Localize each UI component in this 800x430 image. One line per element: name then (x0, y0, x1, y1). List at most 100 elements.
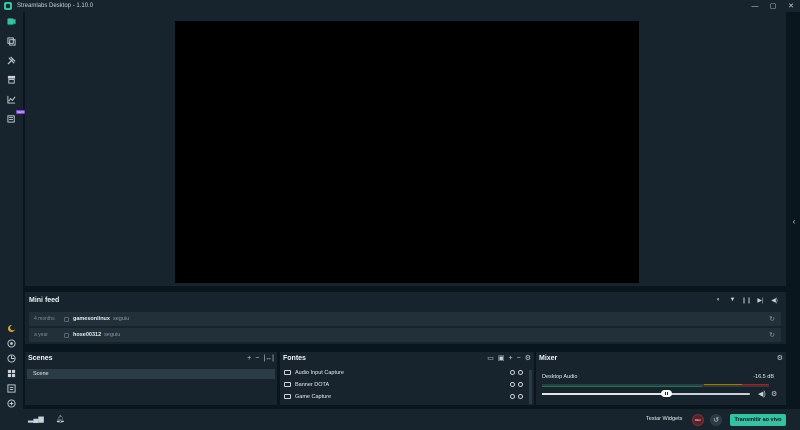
list-item[interactable]: Audio Input Capture (284, 368, 524, 377)
volume-slider[interactable] (542, 390, 750, 397)
record-button[interactable]: REC (692, 414, 704, 426)
window-title: Streamlabs Desktop - 1.10.0 (17, 3, 94, 9)
gear-icon[interactable]: ⚙ (771, 390, 777, 398)
new-badge: NEW (16, 110, 25, 114)
follow-icon (64, 332, 69, 338)
record-label: REC (694, 418, 702, 422)
audio-meter (542, 384, 769, 387)
volume-handle[interactable] (660, 390, 672, 397)
lock-icon[interactable] (510, 394, 515, 399)
feed-time: 4 months (34, 316, 55, 322)
mini-feed-title: Mini feed (29, 297, 60, 304)
filter-icon[interactable]: ▼ (729, 296, 736, 304)
maximize-button[interactable]: ▢ (764, 0, 782, 12)
audio-input-icon (284, 370, 291, 375)
follow-icon (64, 316, 69, 322)
source-label: Banner DOTA (295, 381, 330, 388)
footer-bar: ▂▄▆ 🔔︎ Testar Widgets REC ↺ Transmitir a… (0, 409, 800, 430)
eye-icon[interactable] (518, 382, 523, 387)
meter-green (542, 386, 702, 387)
window-controls: — ▢ ✕ (746, 0, 800, 12)
scrollbar[interactable] (529, 370, 532, 404)
add-folder-icon[interactable]: ▣ (498, 355, 505, 363)
repeat-alert-icon[interactable]: ↻ (769, 315, 775, 323)
list-item: a year hose00312 seguiu ↻ (29, 328, 781, 342)
sources-toolbar: ▭ ▣ + − ⚙ (487, 355, 531, 363)
footer-left: ▂▄▆ 🔔︎ (28, 415, 65, 423)
eye-icon[interactable] (518, 370, 523, 375)
source-label: Audio Input Capture (295, 369, 344, 376)
chevron-left-icon[interactable]: ‹ (788, 214, 800, 228)
scene-item[interactable]: Scene (27, 369, 275, 379)
volume-fill (542, 393, 667, 395)
remove-scene-icon[interactable]: − (255, 355, 259, 363)
source-settings-icon[interactable]: ⚙ (525, 355, 531, 363)
help-icon[interactable] (6, 338, 17, 349)
remove-source-icon[interactable]: − (517, 355, 521, 363)
pause-icon[interactable]: ❙❙ (741, 296, 751, 304)
mixer-settings-icon[interactable]: ⚙ (777, 355, 783, 363)
sources-panel: Fontes ▭ ▣ + − ⚙ Audio Input Capture Ban… (280, 352, 534, 405)
mini-feed-toolbar: ◐ ▼ ❙❙ ▶| ◀) (715, 296, 778, 304)
meter-red (742, 384, 769, 385)
highlighter-icon[interactable] (6, 74, 17, 85)
scenes-title[interactable]: Scenes (28, 355, 53, 362)
contrast-icon[interactable]: ◐ (715, 296, 722, 304)
source-label: Game Capture (295, 393, 332, 400)
title-bar: Streamlabs Desktop - 1.10.0 — ▢ ✕ (0, 0, 800, 12)
scenes-panel: Scenes + − |↔| Scene (25, 352, 277, 405)
go-live-button[interactable]: Transmitir ao vivo (730, 414, 786, 426)
add-source-icon[interactable]: + (509, 355, 513, 363)
app-store-icon[interactable] (6, 55, 17, 66)
eye-icon[interactable] (518, 394, 523, 399)
replay-buffer-icon[interactable]: ↺ (710, 414, 722, 426)
image-source-icon (284, 382, 291, 387)
repeat-alert-icon[interactable]: ↻ (769, 331, 775, 339)
transition-icon[interactable]: |↔| (263, 355, 274, 363)
mixer-toolbar: ⚙ (777, 355, 783, 363)
mini-feed-panel: Mini feed ◐ ▼ ❙❙ ▶| ◀) 4 months gamesonl… (25, 292, 786, 344)
dashboard-icon[interactable] (6, 94, 17, 105)
scene-label: Scene (33, 371, 49, 377)
mixer-db-value: -16.5 dB (753, 374, 774, 380)
logout-icon[interactable] (6, 383, 17, 394)
sources-title: Fontes (283, 355, 306, 362)
minimize-button[interactable]: — (746, 0, 764, 12)
list-item[interactable]: Banner DOTA (284, 380, 524, 389)
mixer-panel: Mixer ⚙ Desktop Audio -16.5 dB ◀) ⚙ (536, 352, 786, 405)
stream-preview[interactable] (175, 21, 639, 283)
game-capture-icon (284, 394, 291, 399)
scenes-toolbar: + − |↔| (247, 355, 274, 363)
login-icon[interactable] (6, 398, 17, 409)
performance-icon[interactable]: ▂▄▆ (28, 415, 44, 423)
speaker-icon[interactable]: ◀) (771, 296, 778, 304)
list-item: 4 months gamesonlinux seguiu ↻ (29, 312, 781, 326)
alert-box-icon[interactable]: NEW (6, 110, 25, 124)
feed-user: hose00312 (73, 332, 102, 338)
layout-icon[interactable] (6, 368, 17, 379)
feed-time: a year (34, 332, 48, 338)
mixer-channel-name: Desktop Audio (542, 374, 578, 380)
source-actions (510, 394, 523, 399)
bell-icon[interactable]: 🔔︎ (56, 415, 65, 423)
skip-icon[interactable]: ▶| (757, 296, 764, 304)
folder-icon[interactable]: ▭ (487, 355, 494, 363)
feed-action: seguiu (112, 316, 130, 322)
test-widgets-button[interactable]: Testar Widgets (646, 416, 682, 422)
list-item[interactable]: Game Capture (284, 392, 524, 401)
left-nav: NEW (0, 12, 25, 430)
source-actions (510, 370, 523, 375)
themes-icon[interactable] (6, 36, 17, 47)
theme-night-icon[interactable] (6, 323, 17, 334)
speaker-icon[interactable]: ◀) (758, 390, 766, 398)
add-scene-icon[interactable]: + (247, 355, 251, 363)
close-button[interactable]: ✕ (782, 0, 800, 12)
feed-action: seguiu (104, 332, 121, 338)
editor-icon[interactable] (6, 16, 17, 27)
lock-icon[interactable] (510, 370, 515, 375)
settings-link-icon[interactable] (6, 353, 17, 364)
mixer-title: Mixer (539, 355, 558, 362)
meter-yellow (704, 384, 744, 385)
lock-icon[interactable] (510, 382, 515, 387)
source-actions (510, 382, 523, 387)
